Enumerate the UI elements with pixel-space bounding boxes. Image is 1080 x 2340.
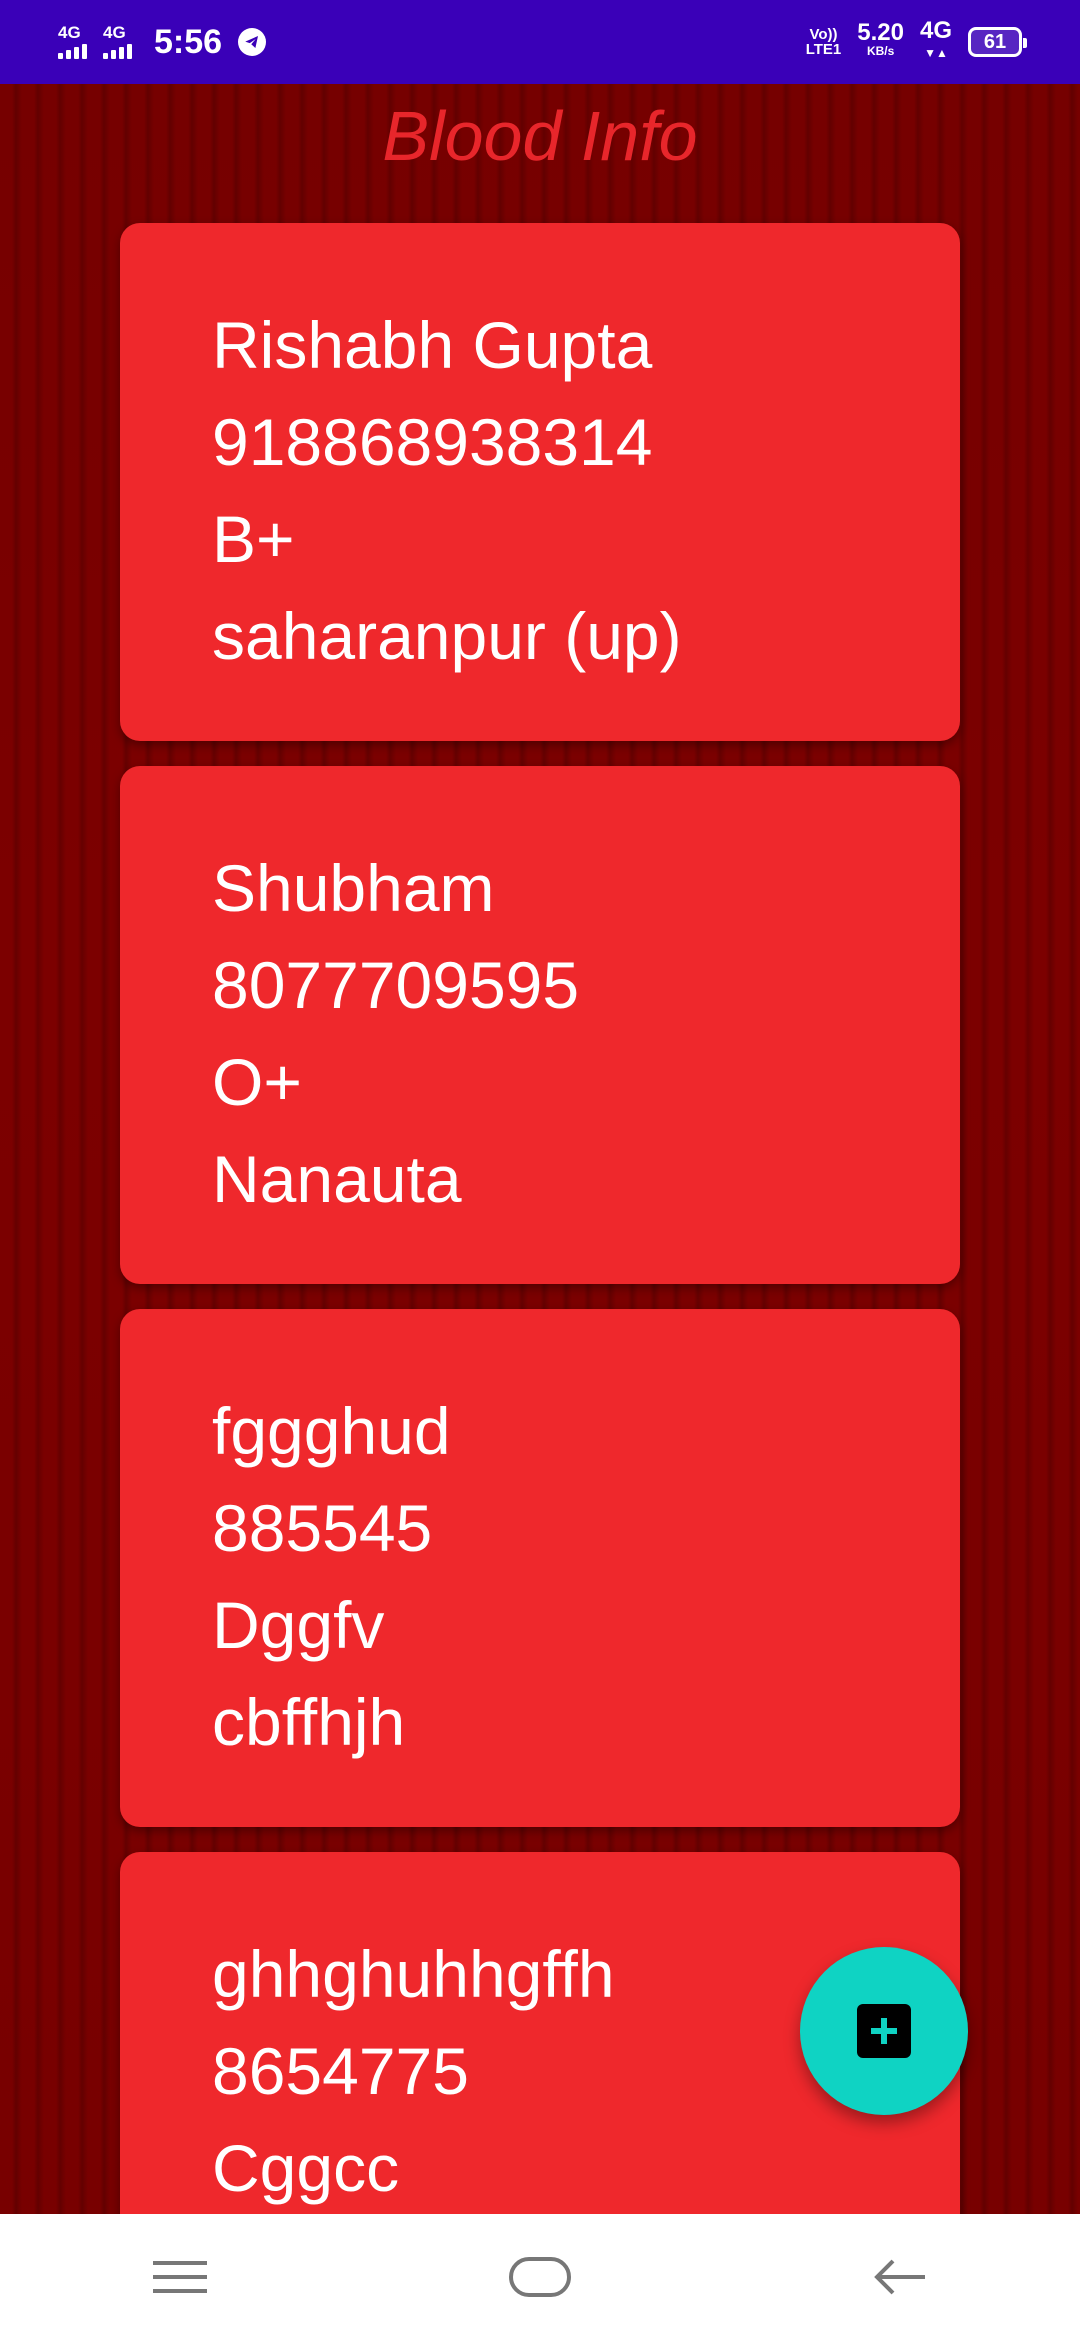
donor-blood-group: Dggfv xyxy=(212,1588,385,1662)
status-bar-left: 4G 4G 5:56 xyxy=(58,22,267,62)
donor-name: fggghud xyxy=(212,1394,451,1468)
donor-card[interactable]: Rishabh Gupta 918868938314 B+ saharanpur… xyxy=(120,223,960,741)
donor-blood-group: Cggcc xyxy=(212,2131,400,2205)
back-icon xyxy=(874,2259,925,2295)
add-icon xyxy=(857,2004,911,2058)
donor-phone: 8077709595 xyxy=(212,948,580,1022)
battery-level: 61 xyxy=(983,30,1007,53)
signal-indicator-2: 4G xyxy=(103,23,132,59)
home-button[interactable] xyxy=(480,2227,600,2327)
home-icon xyxy=(509,2257,571,2297)
volte-bottom: LTE1 xyxy=(805,41,842,58)
volte-indicator: Vo)) LTE1 xyxy=(806,27,842,57)
donor-location: Nanauta xyxy=(212,1142,462,1216)
network-speed-value: 5.20 xyxy=(857,19,904,46)
donor-name: Shubham xyxy=(212,851,495,925)
donor-blood-group: O+ xyxy=(212,1045,302,1119)
data-arrows-icon: ▼▲ xyxy=(924,46,948,60)
donor-phone: 885545 xyxy=(212,1491,433,1565)
menu-icon xyxy=(153,2261,207,2293)
recent-apps-button[interactable] xyxy=(120,2227,240,2327)
battery-icon: 61 xyxy=(968,27,1027,57)
telegram-icon xyxy=(238,28,267,56)
signal-bars-icon xyxy=(58,41,87,59)
donor-name: Rishabh Gupta xyxy=(212,308,653,382)
add-donor-button[interactable] xyxy=(800,1947,968,2115)
network-speed: 5.20 KB/s xyxy=(857,19,904,60)
status-bar: 4G 4G 5:56 Vo)) LTE1 5.20 KB/s 4G ▼▲ 61 xyxy=(0,0,1080,84)
back-button[interactable] xyxy=(840,2227,960,2327)
donor-blood-group: B+ xyxy=(212,502,295,576)
donor-location: saharanpur (up) xyxy=(212,599,682,673)
system-navigation-bar xyxy=(0,2214,1080,2340)
signal-label: 4G xyxy=(58,23,81,42)
page-title: Blood Info xyxy=(382,97,698,175)
signal-bars-icon xyxy=(103,41,132,59)
status-time: 5:56 xyxy=(154,22,223,61)
donor-phone: 918868938314 xyxy=(212,405,653,479)
donor-card[interactable]: Shubham 8077709595 O+ Nanauta xyxy=(120,766,960,1284)
network-type: 4G ▼▲ xyxy=(919,17,952,64)
signal-indicator-1: 4G xyxy=(58,23,87,59)
donor-location: cbffhjh xyxy=(212,1685,406,1759)
donor-card[interactable]: fggghud 885545 Dggfv cbffhjh xyxy=(120,1309,960,1827)
status-bar-right: Vo)) LTE1 5.20 KB/s 4G ▼▲ 61 xyxy=(806,17,1027,64)
network-type-label: 4G xyxy=(919,17,952,44)
signal-label: 4G xyxy=(103,23,126,42)
